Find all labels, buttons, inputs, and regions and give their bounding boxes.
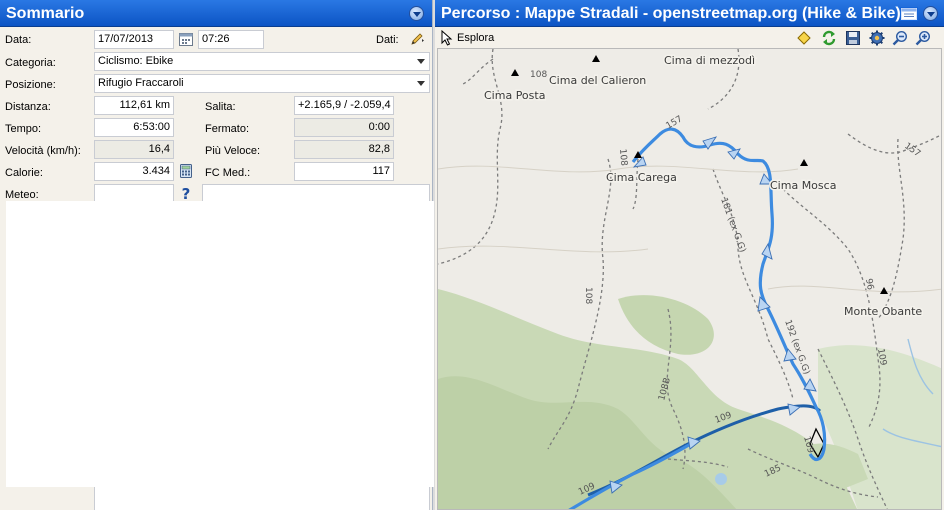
weather-label: Meteo: (5, 189, 39, 201)
location-select[interactable]: Rifugio Fraccaroli (94, 74, 430, 93)
category-select[interactable]: Ciclismo: Ebike (94, 52, 430, 71)
settings-icon[interactable] (869, 30, 885, 46)
save-icon[interactable] (845, 30, 861, 46)
help-icon[interactable]: ? (178, 185, 194, 201)
time-field[interactable]: 07:26 (198, 30, 264, 49)
avg-hr-field[interactable]: 117 (294, 162, 394, 181)
trail-number: 108 (583, 287, 593, 304)
svg-text:?: ? (182, 185, 191, 201)
max-speed-label: Più Veloce: (205, 145, 261, 157)
chevron-down-icon[interactable] (413, 75, 429, 92)
label-cima-mezzodi: Cima di mezzodì (664, 54, 755, 67)
summary-title: Sommario (6, 5, 85, 22)
ascent-label: Salita: (205, 101, 236, 113)
label-cima-mosca: Cima Mosca (770, 179, 836, 192)
blank-overlay (6, 201, 434, 487)
time-total-label: Tempo: (5, 123, 42, 135)
lake (715, 473, 727, 485)
route-title: Percorso : Mappe Stradali - openstreetma… (441, 5, 901, 22)
label-cima-posta: Cima Posta (484, 89, 545, 102)
avg-hr-label: FC Med.: (205, 167, 251, 179)
calendar-icon[interactable] (178, 31, 194, 47)
route-panel: Percorso : Mappe Stradali - openstreetma… (435, 0, 944, 510)
stopped-field: 0:00 (294, 118, 394, 137)
zoom-out-icon[interactable] (892, 30, 908, 46)
window-icon[interactable] (900, 7, 918, 21)
category-label: Categoria: (5, 57, 56, 69)
map-toolbar: Esplora (435, 28, 944, 48)
pointer-icon[interactable] (440, 30, 454, 46)
explore-label[interactable]: Esplora (457, 32, 494, 44)
speed-label: Velocità (km/h): (5, 145, 81, 157)
notes-area[interactable] (94, 487, 430, 510)
date-label: Data: (5, 34, 32, 46)
collapse-icon[interactable] (409, 6, 424, 21)
ascent-field[interactable]: +2.165,9 / -2.059,4 (294, 96, 394, 115)
refresh-icon[interactable] (821, 30, 837, 46)
calories-field[interactable]: 3.434 (94, 162, 174, 181)
label-cima-carega: Cima Carega (606, 171, 677, 184)
trail-number: 96 (863, 278, 875, 291)
summary-panel: Sommario Data: 17/07/2013 07:26 Dati: Ca… (0, 0, 434, 510)
dati-label: Dati: (376, 34, 399, 46)
pencil-icon[interactable] (409, 31, 425, 47)
date-field[interactable]: 17/07/2013 (94, 30, 174, 49)
max-speed-field: 82,8 (294, 140, 394, 159)
label-cima-calieron: Cima del Calieron (549, 74, 646, 87)
category-value: Ciclismo: Ebike (98, 55, 174, 67)
distance-label: Distanza: (5, 101, 51, 113)
speed-field: 16,4 (94, 140, 174, 159)
collapse-icon[interactable] (923, 6, 938, 21)
route-map[interactable]: Cima Posta Cima del Calieron Cima di mez… (437, 48, 942, 510)
diamond-icon[interactable] (797, 31, 811, 45)
calculator-icon[interactable] (178, 163, 194, 179)
calories-label: Calorie: (5, 167, 43, 179)
trail-number: 108 (530, 70, 547, 80)
route-title-bar: Percorso : Mappe Stradali - openstreetma… (435, 0, 944, 27)
location-value: Rifugio Fraccaroli (98, 77, 184, 89)
distance-field[interactable]: 112,61 km (94, 96, 174, 115)
time-total-field[interactable]: 6:53:00 (94, 118, 174, 137)
summary-title-bar: Sommario (0, 0, 432, 27)
chevron-down-icon[interactable] (413, 53, 429, 70)
map-canvas[interactable]: Cima Posta Cima del Calieron Cima di mez… (438, 49, 942, 510)
label-monte-obante: Monte Obante (844, 305, 922, 318)
zoom-in-icon[interactable] (915, 30, 931, 46)
location-label: Posizione: (5, 79, 56, 91)
trail-number: 108 (617, 148, 628, 166)
stopped-label: Fermato: (205, 123, 250, 135)
